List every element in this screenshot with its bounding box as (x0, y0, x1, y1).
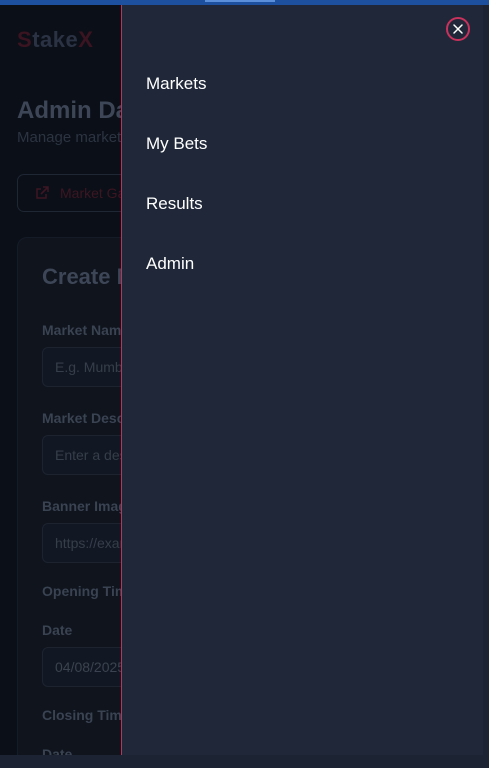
app-logo: StakeX (17, 27, 94, 52)
nav-item-my-bets[interactable]: My Bets (146, 134, 207, 154)
nav-item-admin[interactable]: Admin (146, 254, 194, 274)
navigation-drawer: Markets My Bets Results Admin (121, 5, 483, 755)
market-name-label: Market Name (42, 322, 130, 338)
closing-time-label: Closing Time (42, 707, 130, 723)
active-tab-indicator (205, 0, 275, 2)
close-drawer-button[interactable] (446, 17, 470, 41)
close-icon (453, 24, 463, 34)
nav-item-markets[interactable]: Markets (146, 74, 206, 94)
nav-item-results[interactable]: Results (146, 194, 203, 214)
opening-date-label: Date (42, 622, 73, 638)
external-link-icon (35, 186, 49, 203)
page-subtitle: Manage markets (17, 129, 129, 146)
closing-date-label: Date (42, 746, 73, 755)
